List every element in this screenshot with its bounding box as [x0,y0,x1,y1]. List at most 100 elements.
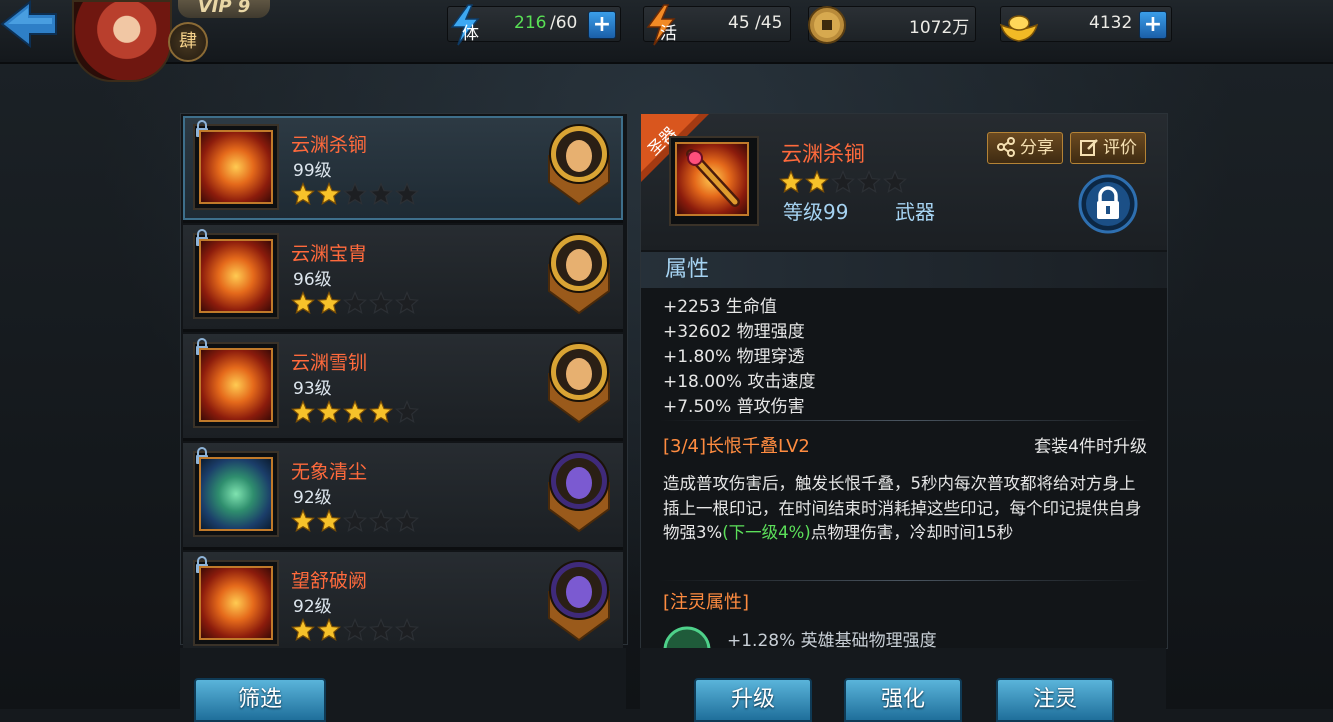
lock-button[interactable] [1078,174,1138,234]
back-button[interactable] [0,0,58,52]
infuse-line: +1.28% 英雄基础物理强度 [727,631,937,648]
item-name: 云渊杀锏 [291,134,368,156]
vitality-resource: 活 45 /45 [643,4,791,46]
star-filled-icon [317,182,341,205]
set-name: [3/4]长恨千叠LV2 [663,436,810,457]
stamina-max: /60 [550,13,578,33]
desc-text-end: 点物理伤害，冷却时间15秒 [810,523,1014,542]
star-filled-icon [291,618,315,641]
item-frame [193,120,279,210]
review-label: 评价 [1103,138,1137,158]
golden-hero-badge[interactable] [547,231,611,315]
vitality-label: 活 [660,24,677,44]
infuse-row: +1.28% 英雄基础物理强度 [663,622,1143,648]
star-empty-icon [369,618,393,641]
star-empty-icon [883,170,907,193]
right-footer: 升级 强化 注灵 [640,648,1166,722]
back-arrow-icon [0,0,57,49]
edit-icon [1080,139,1098,156]
share-label: 分享 [1020,138,1054,158]
item-frame [193,338,279,428]
coin-icon [808,6,846,44]
detail-name: 云渊杀锏 [781,142,865,166]
left-footer: 筛选 [180,648,626,722]
attribute-line: +32602 物理强度 [663,322,805,342]
attribute-line: +2253 生命值 [663,297,777,317]
stamina-resource: 体 216 /60 + [447,4,621,46]
item-image [199,566,273,640]
star-empty-icon [343,291,367,314]
detail-level: 等级99 [783,200,849,224]
item-name: 无象清尘 [291,461,368,483]
item-name: 望舒破阙 [291,570,368,592]
item-level: 99级 [293,161,332,181]
attribute-line: +18.00% 攻击速度 [663,372,816,392]
desc-highlight: (下一级4%) [722,523,811,542]
equipment-row[interactable]: 云渊雪钏 93级 [183,334,623,441]
star-empty-icon [369,291,393,314]
purple-hero-badge[interactable] [547,558,611,642]
set-note: 套装4件时升级 [1034,437,1147,457]
item-frame [193,556,279,646]
mace-icon [686,149,740,207]
coins-resource: 1072万 [808,6,976,44]
equipment-list[interactable]: 云渊杀锏 99级 云渊宝胄 96级 云渊雪钏 93级 无象清尘 92级 望舒破阙 92级 [180,113,628,659]
purple-hero-badge[interactable] [547,449,611,533]
enhance-button[interactable]: 强化 [844,678,962,722]
detail-stars [779,170,909,198]
equipment-row[interactable]: 望舒破阙 92级 [183,552,623,659]
player-avatar[interactable] [72,0,172,82]
item-level: 92级 [293,488,332,508]
detail-item-image [675,142,749,216]
golden-hero-badge[interactable] [547,122,611,206]
ingots-value: 4132 [1089,13,1133,33]
equipment-row[interactable]: 云渊杀锏 99级 [183,116,623,223]
filter-button[interactable]: 筛选 [194,678,326,722]
star-empty-icon [395,291,419,314]
star-filled-icon [317,509,341,532]
detail-header: 圣器 云渊杀锏 等级99 武器 分享 评价 [641,114,1167,250]
item-image [199,239,273,313]
vitality-value: 45 /45 [728,13,783,33]
infuse-button[interactable]: 注灵 [996,678,1114,722]
equipment-row[interactable]: 无象清尘 92级 [183,443,623,550]
star-empty-icon [343,618,367,641]
detail-type: 武器 [895,200,935,224]
add-ingots-button[interactable]: + [1139,11,1167,39]
star-empty-icon [395,509,419,532]
item-image [199,457,273,531]
upgrade-button[interactable]: 升级 [694,678,812,722]
equipment-detail: 圣器 云渊杀锏 等级99 武器 分享 评价 属性 +2253 生命值 +3260… [640,113,1168,649]
top-bar: VIP 9 肆 体 216 /60 + 活 45 /45 1072万 4132 [0,0,1333,82]
item-image [199,130,273,204]
star-filled-icon [343,400,367,423]
vip-badge[interactable]: VIP 9 [178,0,270,18]
star-filled-icon [291,400,315,423]
detail-item-frame [669,136,759,226]
star-filled-icon [805,170,829,193]
golden-hero-badge[interactable] [547,340,611,424]
star-empty-icon [369,182,393,205]
star-filled-icon [317,618,341,641]
set-description: 造成普攻伤害后，触发长恨千叠，5秒内每次普攻都将给对方身上插上一根印记，在时间结… [663,472,1149,546]
item-frame [193,447,279,537]
add-stamina-button[interactable]: + [588,11,616,39]
star-filled-icon [291,291,315,314]
share-button[interactable]: 分享 [987,132,1063,164]
star-empty-icon [395,618,419,641]
star-empty-icon [343,509,367,532]
star-empty-icon [343,182,367,205]
equipment-row[interactable]: 云渊宝胄 96级 [183,225,623,332]
item-stars [291,618,421,646]
item-stars [291,291,421,319]
coins-value: 1072万 [909,18,970,38]
item-level: 93级 [293,379,332,399]
ingots-resource: 4132 + [999,6,1172,42]
star-filled-icon [779,170,803,193]
attribute-line: +1.80% 物理穿透 [663,347,805,367]
star-filled-icon [369,400,393,423]
item-stars [291,182,421,210]
star-empty-icon [831,170,855,193]
review-button[interactable]: 评价 [1070,132,1146,164]
attribute-line: +7.50% 普攻伤害 [663,397,805,417]
